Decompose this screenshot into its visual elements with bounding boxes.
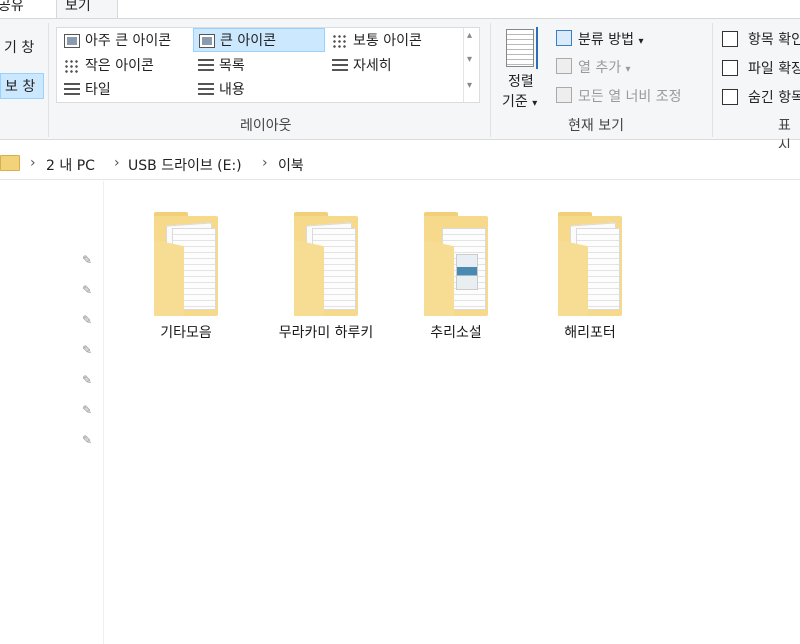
sort-by-label-line1[interactable]: 정렬 (508, 71, 534, 91)
add-columns-label: 열 추가 (578, 60, 622, 76)
list-icon (198, 59, 214, 73)
folder-item[interactable]: 해리포터 (530, 210, 650, 341)
layout-item-label: 보통 아이콘 (353, 33, 422, 49)
layout-extra-large-icons[interactable]: 아주 큰 아이콘 (59, 29, 191, 53)
content-icon (198, 83, 214, 97)
layout-tiles[interactable]: 타일 (59, 78, 191, 102)
details-pane-button[interactable]: 보 창 (0, 73, 44, 99)
ribbon-separator (712, 23, 713, 137)
breadcrumb-this-pc[interactable]: 2 내 PC (46, 155, 95, 175)
tiles-icon (64, 83, 80, 97)
folder-name: 추리소설 (430, 325, 482, 341)
chevron-down-icon[interactable]: ▾ (467, 54, 472, 65)
extra-large-icons-icon (64, 34, 80, 48)
pin-icon[interactable]: ✎ (82, 343, 94, 357)
pin-icon[interactable]: ✎ (82, 433, 94, 447)
layout-item-label: 아주 큰 아이콘 (85, 33, 172, 49)
add-columns-button[interactable]: 열 추가 ▾ (578, 57, 631, 77)
group-by-label: 분류 방법 (578, 32, 634, 48)
item-checkboxes-checkbox[interactable] (722, 31, 738, 47)
chevron-right-icon[interactable]: › (30, 155, 36, 171)
tab-view[interactable]: 보기 (56, 0, 118, 18)
chevron-right-icon[interactable]: › (262, 155, 268, 171)
medium-icons-icon (332, 34, 348, 48)
folder-item[interactable]: 기타모음 (126, 210, 246, 341)
navigation-pane-button[interactable]: 기 창 (0, 35, 44, 61)
folder-front (558, 240, 588, 316)
file-extensions-checkbox[interactable] (722, 60, 738, 76)
current-view-group-label: 현재 보기 (568, 118, 624, 134)
pin-icon[interactable]: ✎ (82, 403, 94, 417)
layout-medium-icons[interactable]: 보통 아이콘 (327, 29, 459, 53)
pin-icon[interactable]: ✎ (82, 283, 94, 297)
layout-item-label: 작은 아이콘 (85, 58, 154, 74)
layout-large-icons[interactable]: 큰 아이콘 (193, 28, 325, 52)
layout-details[interactable]: 자세히 (327, 54, 459, 78)
sort-arrow-icon (536, 27, 540, 69)
address-bar[interactable]: › 2 내 PC › USB 드라이브 (E:) › 이북 (0, 148, 800, 180)
navigation-pane[interactable]: ✎ ✎ ✎ ✎ ✎ ✎ ✎ (0, 181, 104, 644)
folder-item[interactable]: 무라카미 하루키 (266, 210, 386, 341)
ribbon-separator (490, 23, 491, 137)
layout-item-label: 타일 (85, 82, 111, 98)
tab-share[interactable]: 공유 (0, 0, 32, 18)
folder-name: 해리포터 (564, 325, 616, 341)
folder-front (154, 240, 184, 316)
image-thumbnail (456, 254, 478, 290)
folder-name: 무라카미 하루키 (278, 325, 374, 341)
folder-front (424, 240, 454, 316)
chevron-down-icon: ▾ (638, 36, 644, 47)
size-columns-icon (556, 87, 572, 103)
sort-by-icon[interactable] (506, 29, 534, 67)
chevron-down-icon: ▾ (625, 64, 631, 75)
large-icons-icon (199, 34, 215, 48)
breadcrumb-usb-drive[interactable]: USB 드라이브 (E:) (128, 155, 242, 175)
hidden-items-checkbox[interactable] (722, 89, 738, 105)
size-all-columns-button[interactable]: 모든 열 너비 조정 (578, 86, 682, 106)
ribbon: 기 창 보 창 아주 큰 아이콘 큰 아이콘 보통 아이콘 작은 아이콘 목록 … (0, 18, 800, 154)
file-extensions-label: 파일 확장 (748, 61, 800, 77)
folder-name: 기타모음 (160, 325, 212, 341)
item-checkboxes-label: 항목 확인 (748, 32, 800, 48)
layout-list[interactable]: 목록 (193, 54, 325, 78)
layout-small-icons[interactable]: 작은 아이콘 (59, 54, 191, 78)
group-by-icon (556, 30, 572, 46)
layout-item-label: 자세히 (353, 58, 392, 74)
chevron-down-icon: ▾ (532, 98, 538, 109)
folder-front (294, 240, 324, 316)
hidden-items-label: 숨긴 항목 (748, 90, 800, 106)
group-by-button[interactable]: 분류 방법 ▾ (578, 29, 643, 49)
gallery-scrollbar[interactable]: ▴ ▾ ▾ (463, 28, 479, 102)
chevron-up-icon[interactable]: ▴ (467, 30, 472, 41)
folder-item[interactable]: 추리소설 (396, 210, 516, 341)
layout-content[interactable]: 내용 (193, 78, 325, 102)
small-icons-icon (64, 59, 80, 73)
details-icon (332, 59, 348, 73)
gallery-expand-icon[interactable]: ▾ (467, 80, 472, 91)
breadcrumb-ebook[interactable]: 이북 (278, 155, 304, 175)
layout-gallery: 아주 큰 아이콘 큰 아이콘 보통 아이콘 작은 아이콘 목록 자세히 타일 내… (56, 27, 480, 103)
chevron-right-icon[interactable]: › (114, 155, 120, 171)
ribbon-tab-bar: 공유 보기 (0, 0, 800, 18)
layout-group-label: 레이아웃 (240, 118, 292, 134)
ribbon-separator (48, 23, 49, 137)
sort-by-label-text: 기준 (502, 94, 528, 110)
pin-icon[interactable]: ✎ (82, 313, 94, 327)
add-columns-icon (556, 58, 572, 74)
pin-icon[interactable]: ✎ (82, 373, 94, 387)
folder-icon (0, 155, 20, 171)
pin-icon[interactable]: ✎ (82, 253, 94, 267)
layout-item-label: 목록 (219, 58, 245, 74)
layout-item-label: 내용 (219, 82, 245, 98)
layout-item-label: 큰 아이콘 (220, 33, 276, 49)
sort-by-label-line2[interactable]: 기준 ▾ (502, 91, 537, 111)
